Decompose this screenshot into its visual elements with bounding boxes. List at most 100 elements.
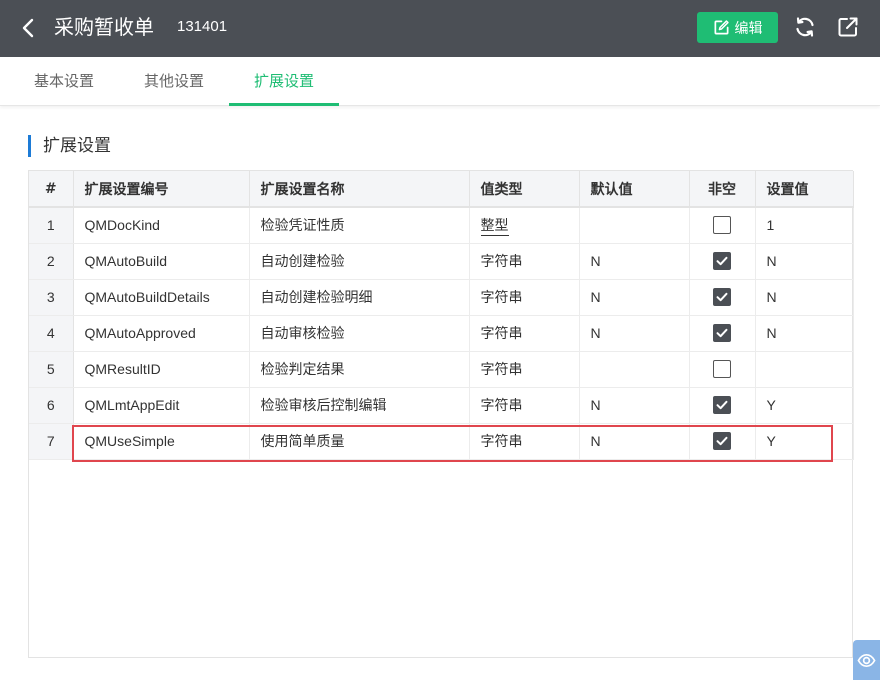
table-row[interactable]: 5 QMResultID 检验判定结果 字符串 <box>29 351 854 388</box>
eye-icon[interactable] <box>853 640 880 680</box>
row-index: 5 <box>29 351 74 388</box>
tab-other-settings[interactable]: 其他设置 <box>128 57 220 106</box>
row-index: 7 <box>29 423 74 460</box>
row-index: 2 <box>29 243 74 280</box>
share-icon[interactable] <box>836 15 860 39</box>
table-row[interactable]: 2 QMAutoBuild 自动创建检验 字符串 N N <box>29 243 854 280</box>
row-default-value[interactable] <box>579 351 690 388</box>
row-required-checkbox[interactable] <box>689 423 756 460</box>
row-index: 4 <box>29 315 74 352</box>
row-name-text: 检验凭证性质 <box>260 218 345 235</box>
checkbox-checked-icon[interactable] <box>713 324 731 342</box>
row-default-value[interactable]: N <box>579 279 690 316</box>
tab-basic-settings[interactable]: 基本设置 <box>18 57 110 106</box>
row-type-text: 字符串 <box>480 434 523 450</box>
row-setting-value[interactable]: N <box>755 279 854 316</box>
row-name: 检验凭证性质 <box>249 207 470 244</box>
row-name-text: 检验判定结果 <box>260 362 345 378</box>
row-code: QMLmtAppEdit <box>73 387 250 424</box>
row-default-value[interactable]: N <box>579 423 690 460</box>
row-code: QMAutoBuildDetails <box>73 279 250 316</box>
row-type: 字符串 <box>469 279 580 316</box>
row-type-text: 字符串 <box>480 326 523 342</box>
row-type: 字符串 <box>469 315 580 352</box>
checkbox-checked-icon[interactable] <box>713 252 731 270</box>
row-required-checkbox[interactable] <box>689 315 756 352</box>
column-header-value[interactable]: 设置值 <box>755 171 854 208</box>
row-name: 使用简单质量 <box>249 423 470 460</box>
column-header-index: # <box>29 171 74 208</box>
row-index-text: 1 <box>46 217 55 234</box>
chevron-left-icon[interactable] <box>14 14 42 42</box>
table-row[interactable]: 6 QMLmtAppEdit 检验审核后控制编辑 字符串 N Y <box>29 387 854 424</box>
checkbox-checked-icon[interactable] <box>713 288 731 306</box>
row-code: QMUseSimple <box>73 423 250 460</box>
table-row[interactable]: 3 QMAutoBuildDetails 自动创建检验明细 字符串 N N <box>29 279 854 316</box>
row-code-text: QMUseSimple <box>84 433 175 449</box>
row-default-value[interactable]: N <box>579 243 690 280</box>
column-header-type[interactable]: 值类型 <box>469 171 580 208</box>
refresh-icon[interactable] <box>793 15 817 39</box>
row-setting-value[interactable] <box>755 351 854 388</box>
row-name-text: 自动创建检验 <box>260 254 345 270</box>
row-type-text: 字符串 <box>480 362 523 378</box>
row-required-checkbox[interactable] <box>689 243 756 280</box>
column-header-code[interactable]: 扩展设置编号 <box>73 171 250 208</box>
row-setting-value-text: N <box>766 325 777 341</box>
row-index-text: 6 <box>46 397 55 413</box>
checkbox-checked-icon[interactable] <box>713 432 731 450</box>
table-row[interactable]: 7 QMUseSimple 使用简单质量 字符串 N Y <box>29 423 854 460</box>
row-setting-value-text: Y <box>766 433 776 449</box>
extended-settings-table: # 扩展设置编号 扩展设置名称 值类型 默认值 非空 设置值 1 QMDocKin… <box>28 170 854 658</box>
row-required-checkbox[interactable] <box>689 351 756 388</box>
row-required-checkbox[interactable] <box>689 387 756 424</box>
row-default-value-text: N <box>590 433 601 449</box>
row-default-value[interactable] <box>579 207 690 244</box>
row-type: 整型 <box>469 207 580 244</box>
table-row[interactable]: 4 QMAutoApproved 自动审核检验 字符串 N N <box>29 315 854 352</box>
row-setting-value-text: N <box>766 289 777 305</box>
row-code: QMResultID <box>73 351 250 388</box>
row-type: 字符串 <box>469 351 580 388</box>
row-index: 3 <box>29 279 74 316</box>
checkbox-checked-icon[interactable] <box>713 396 731 414</box>
row-setting-value-text: 1 <box>766 217 775 234</box>
row-setting-value-text: N <box>766 253 777 269</box>
row-setting-value[interactable]: 1 <box>755 207 854 244</box>
row-code: QMAutoApproved <box>73 315 250 352</box>
row-type: 字符串 <box>469 243 580 280</box>
row-name: 检验审核后控制编辑 <box>249 387 470 424</box>
edit-button-label: 编辑 <box>734 20 763 37</box>
top-bar: 采购暂收单 131401 编辑 <box>0 0 880 57</box>
tab-bar: 基本设置 其他设置 扩展设置 <box>0 57 880 106</box>
table-header-row: # 扩展设置编号 扩展设置名称 值类型 默认值 非空 设置值 <box>29 171 854 208</box>
edit-button[interactable]: 编辑 <box>697 12 778 43</box>
row-type-text: 字符串 <box>480 398 523 414</box>
column-header-name[interactable]: 扩展设置名称 <box>249 171 470 208</box>
row-required-checkbox[interactable] <box>689 207 756 244</box>
row-type-text: 字符串 <box>480 290 523 306</box>
row-setting-value[interactable]: N <box>755 315 854 352</box>
row-code: QMDocKind <box>73 207 250 244</box>
row-default-value[interactable]: N <box>579 387 690 424</box>
row-default-value-text: N <box>590 289 601 305</box>
column-header-default[interactable]: 默认值 <box>579 171 690 208</box>
row-type-text: 整型 <box>480 218 509 237</box>
row-default-value[interactable]: N <box>579 315 690 352</box>
row-setting-value[interactable]: N <box>755 243 854 280</box>
row-code: QMAutoBuild <box>73 243 250 280</box>
row-type: 字符串 <box>469 387 580 424</box>
row-default-value-text: N <box>590 325 601 341</box>
row-name-text: 检验审核后控制编辑 <box>260 398 387 414</box>
row-required-checkbox[interactable] <box>689 279 756 316</box>
row-index-text: 4 <box>46 325 55 341</box>
row-setting-value[interactable]: Y <box>755 387 854 424</box>
column-header-required[interactable]: 非空 <box>689 171 756 208</box>
row-setting-value[interactable]: Y <box>755 423 854 460</box>
checkbox-unchecked-icon[interactable] <box>713 216 731 235</box>
row-index-text: 7 <box>46 433 55 449</box>
table-row[interactable]: 1 QMDocKind 检验凭证性质 整型 1 <box>29 207 854 244</box>
edit-icon <box>714 20 729 35</box>
tab-extended-settings[interactable]: 扩展设置 <box>229 57 339 106</box>
checkbox-unchecked-icon[interactable] <box>713 360 731 378</box>
